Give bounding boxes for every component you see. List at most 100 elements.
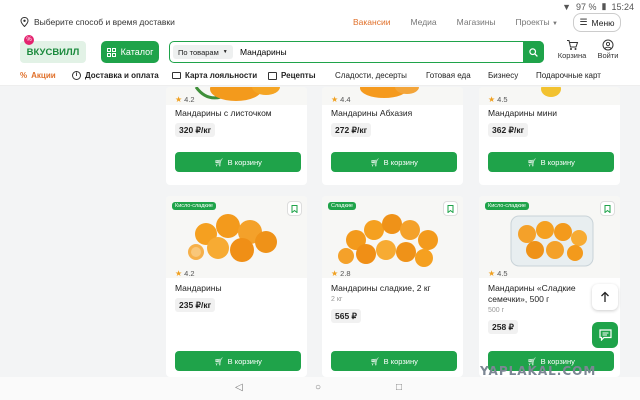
star-icon: ★ [175,269,183,278]
product-weight: 2 кг [331,296,343,303]
cart-icon: 🛒︎ [370,356,380,366]
add-to-cart-label: В корзину [383,356,418,366]
add-to-cart-label: В корзину [383,157,418,167]
link-stores[interactable]: Магазины [457,17,496,27]
login-label: Войти [597,51,619,60]
product-name[interactable]: Мандарины сладкие, 2 кг [331,283,459,294]
logo-text: ВКУСВИЛЛ [26,46,80,58]
search-scope-label: По товарам [178,47,219,57]
add-to-cart-button[interactable]: 🛒︎ В корзину [488,152,614,172]
product-name[interactable]: Мандарины мини [488,108,616,119]
product-rating: ★ 4.5 [488,269,508,278]
favorite-button[interactable] [287,201,302,216]
search-button[interactable] [523,41,544,63]
favorite-button[interactable] [600,201,615,216]
scroll-to-top-button[interactable] [592,284,618,310]
nav-category-business[interactable]: Бизнесу [488,71,518,80]
battery-level: 97 % [576,1,597,12]
back-icon[interactable]: ◁ [235,382,243,393]
home-icon[interactable]: ○ [315,382,321,393]
product-rating: ★ 4.2 [175,269,195,278]
card-icon [172,72,181,79]
nav-delivery[interactable]: i Доставка и оплата [72,71,159,80]
add-to-cart-button[interactable]: 🛒︎ В корзину [331,152,457,172]
link-projects[interactable]: Проекты ▼ [516,17,558,27]
delivery-selector[interactable]: Выберите способ и время доставки [20,17,175,27]
nav-loyalty-label: Карта лояльности [185,71,258,80]
catalog-label: Каталог [120,47,154,57]
delivery-label: Выберите способ и время доставки [34,17,175,27]
percent-icon: % [20,71,28,80]
product-weight: 500 г [488,307,505,314]
link-vacancies[interactable]: Вакансии [353,17,390,27]
product-card[interactable]: Кисло-сладкие ★ 4.2 Мандарины 235 ₽/кг 🛒︎… [166,196,307,377]
add-to-cart-label: В корзину [227,157,262,167]
cart-icon: 🛒︎ [527,157,537,167]
chat-button[interactable] [592,322,618,348]
status-bar: ▼ 97 % ▮ 15:24 [0,0,640,12]
product-card[interactable]: Сладкие ★ 2.8 Мандарины сладкие, 2 кг 2 к… [322,196,463,377]
nav-category-sweets[interactable]: Сладости, десерты [335,71,407,80]
product-rating: ★ 4.5 [488,95,508,104]
favorite-button[interactable] [443,201,458,216]
cart-icon: 🛒︎ [214,356,224,366]
cart-link[interactable]: Корзина [555,39,589,60]
star-icon: ★ [175,95,183,104]
add-to-cart-label: В корзину [540,157,575,167]
product-name[interactable]: Мандарины [175,283,303,294]
main-header: ВКУСВИЛЛ % Каталог По товарам ▼ Корзина … [0,34,640,66]
product-price: 272 ₽/кг [331,123,372,137]
link-projects-label: Проекты [515,17,550,27]
catalog-button[interactable]: Каталог [101,41,159,63]
login-link[interactable]: Войти [591,39,625,60]
add-to-cart-button[interactable]: 🛒︎ В корзину [331,351,457,371]
search-bar: По товарам ▼ [169,41,544,63]
menu-label: Меню [591,17,615,28]
product-name[interactable]: Мандарины Абхазия [331,108,459,119]
bookmark-icon [604,204,611,213]
product-name[interactable]: Мандарины с листочком [175,108,303,119]
rating-value: 4.5 [497,269,508,278]
star-icon: ★ [488,269,496,278]
product-price: 362 ₽/кг [488,123,529,137]
menu-button[interactable]: ☰ Меню [573,13,621,32]
recents-icon[interactable]: □ [396,382,402,393]
chat-icon [598,329,612,341]
product-card[interactable]: ★ 4.5 Мандарины мини 362 ₽/кг 🛒︎ В корзину [479,87,620,185]
nav-recipes-label: Рецепты [281,71,316,80]
nav-category-gift-cards[interactable]: Подарочные карт [536,71,601,80]
product-card[interactable]: ★ 4.2 Мандарины с листочком 320 ₽/кг 🛒︎ В … [166,87,307,185]
product-card[interactable]: ★ 4.4 Мандарины Абхазия 272 ₽/кг 🛒︎ В корз… [322,87,463,185]
link-media[interactable]: Медиа [410,17,436,27]
star-icon: ★ [488,95,496,104]
nav-loyalty[interactable]: Карта лояльности [172,71,257,80]
battery-icon: ▮ [601,1,607,11]
location-pin-icon [20,17,29,27]
add-to-cart-button[interactable]: 🛒︎ В корзину [175,152,301,172]
taste-badge: Кисло-сладкие [172,202,216,210]
chevron-down-icon: ▼ [222,49,228,55]
top-bar: Выберите способ и время доставки Ваканси… [0,12,640,34]
wifi-icon: ▼ [562,1,571,12]
product-price: 258 ₽ [488,320,518,334]
add-to-cart-button[interactable]: 🛒︎ В корзину [175,351,301,371]
rating-value: 4.2 [184,95,195,104]
grid-icon [106,47,116,57]
nav-delivery-label: Доставка и оплата [85,71,159,80]
search-scope-select[interactable]: По товарам ▼ [173,45,233,59]
promo-badge-icon: % [24,35,34,45]
nav-promo-label: Акции [31,71,56,80]
search-input[interactable] [240,45,520,59]
hamburger-icon: ☰ [579,17,588,27]
rating-value: 4.4 [340,95,351,104]
nav-recipes[interactable]: Рецепты [268,71,316,80]
bookmark-icon [447,204,454,213]
nav-promo[interactable]: % Акции [20,71,56,80]
arrow-up-icon [601,291,609,302]
search-icon [529,47,538,57]
product-rating: ★ 2.8 [331,269,351,278]
rating-value: 4.2 [184,269,195,278]
product-price: 565 ₽ [331,309,361,323]
nav-category-ready-food[interactable]: Готовая еда [426,71,471,80]
product-name[interactable]: Мандарины «Сладкие семечки», 500 г [488,283,583,305]
